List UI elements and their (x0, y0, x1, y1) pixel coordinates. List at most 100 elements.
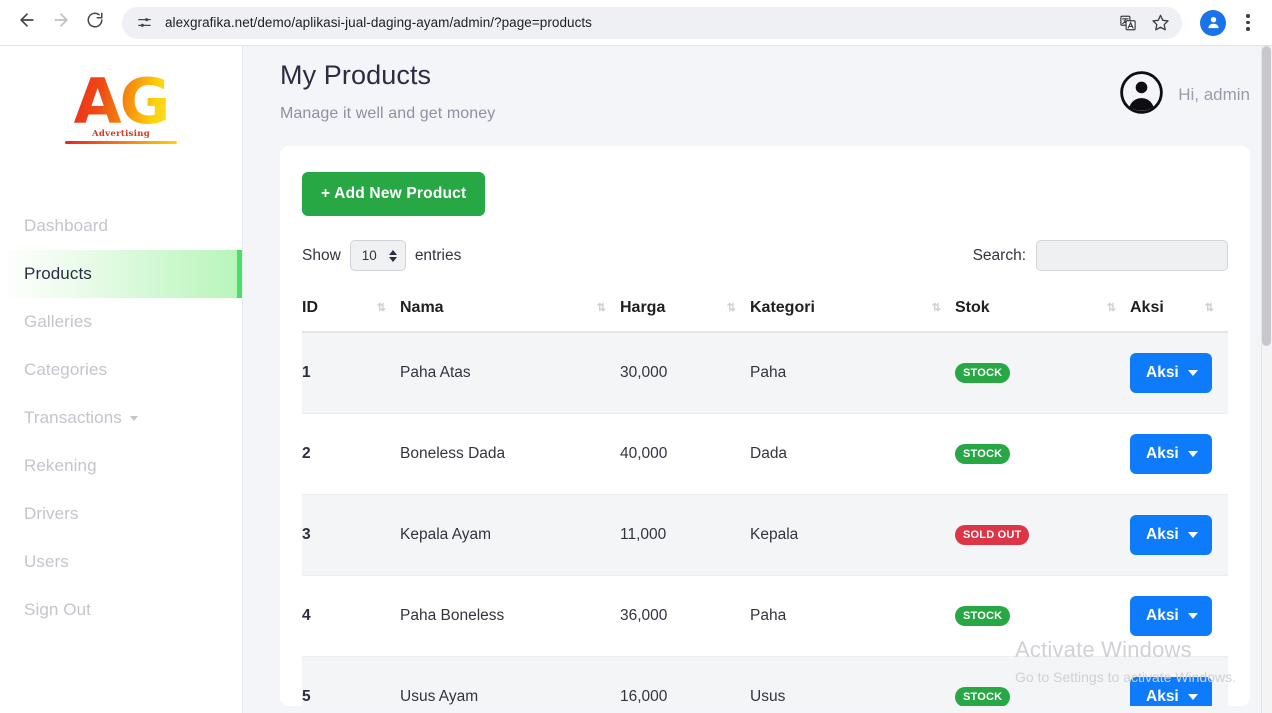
column-header-nama[interactable]: Nama ⇅ (400, 289, 620, 333)
sidebar-item-sign-out[interactable]: Sign Out (0, 586, 242, 634)
logo-letters: AG (65, 71, 177, 133)
profile-avatar-icon (1200, 9, 1226, 36)
sidebar-item-label: Rekening (24, 456, 97, 475)
kebab-menu-icon[interactable] (1234, 6, 1262, 40)
column-header-kategori[interactable]: Kategori ⇅ (750, 289, 955, 333)
row-action-label: Aksi (1146, 445, 1179, 462)
user-circle-icon (1119, 70, 1164, 120)
page-length-value: 10 (361, 248, 377, 263)
star-icon[interactable] (1151, 13, 1170, 32)
sidebar-item-label: Categories (24, 360, 108, 379)
search-input[interactable] (1036, 240, 1228, 271)
search-label: Search: (972, 246, 1026, 264)
cell-id: 2 (302, 413, 400, 495)
app-page: AG Advertising Dashboard Products Galler… (0, 46, 1272, 713)
column-header-stok[interactable]: Stok ⇅ (955, 289, 1130, 333)
sidebar-item-label: Users (24, 552, 69, 571)
chevron-down-icon (1187, 694, 1198, 700)
chevron-down-icon (129, 415, 138, 421)
status-badge: SOLD OUT (955, 525, 1030, 545)
row-action-label: Aksi (1146, 364, 1179, 381)
table-row: 5 Usus Ayam 16,000 Usus STOCK Aksi (302, 656, 1228, 706)
column-label: Aksi (1130, 299, 1164, 316)
sidebar-nav: Dashboard Products Galleries Categories … (0, 202, 242, 634)
row-action-label: Aksi (1146, 688, 1179, 705)
table-row: 3 Kepala Ayam 11,000 Kepala SOLD OUT Aksi (302, 494, 1228, 576)
row-action-label: Aksi (1146, 607, 1179, 624)
page-subtitle: Manage it well and get money (280, 105, 496, 122)
row-action-button[interactable]: Aksi (1130, 434, 1212, 474)
chevron-down-icon (1187, 532, 1198, 538)
page-header: My Products Manage it well and get money… (280, 46, 1250, 123)
cell-id: 4 (302, 575, 400, 657)
column-header-harga[interactable]: Harga ⇅ (620, 289, 750, 333)
sidebar-item-galleries[interactable]: Galleries (0, 298, 242, 346)
column-header-id[interactable]: ID ⇅ (302, 289, 400, 333)
back-arrow-icon (17, 10, 37, 35)
cell-kategori: Usus (750, 656, 955, 706)
chevron-down-icon (1187, 451, 1198, 457)
row-action-button[interactable]: Aksi (1130, 515, 1212, 555)
translate-icon[interactable] (1119, 14, 1137, 32)
column-label: Harga (620, 299, 666, 316)
cell-kategori: Kepala (750, 494, 955, 576)
cell-aksi: Aksi (1130, 494, 1228, 576)
sidebar-item-rekening[interactable]: Rekening (0, 442, 242, 490)
forward-arrow-icon (51, 10, 71, 35)
sidebar-item-drivers[interactable]: Drivers (0, 490, 242, 538)
cell-aksi: Aksi (1130, 656, 1228, 706)
cell-stok: STOCK (955, 413, 1130, 495)
products-table-body: 1 Paha Atas 30,000 Paha STOCK Aksi 2 Boneless D… (302, 332, 1228, 706)
site-settings-icon[interactable] (136, 14, 153, 31)
sidebar-item-users[interactable]: Users (0, 538, 242, 586)
cell-id: 1 (302, 332, 400, 414)
row-action-button[interactable]: Aksi (1130, 596, 1212, 636)
cell-stok: STOCK (955, 575, 1130, 657)
chevron-updown-icon (388, 249, 397, 262)
cell-aksi: Aksi (1130, 413, 1228, 495)
sidebar-item-categories[interactable]: Categories (0, 346, 242, 394)
brand-logo[interactable]: AG Advertising (0, 46, 242, 174)
chevron-down-icon (1187, 613, 1198, 619)
products-card: + Add New Product Show 10 entries Search… (280, 146, 1250, 706)
cell-aksi: Aksi (1130, 332, 1228, 414)
entries-label: entries (414, 246, 462, 264)
scrollbar-thumb[interactable] (1262, 46, 1271, 346)
show-label: Show (302, 246, 341, 264)
user-menu[interactable]: Hi, admin (1119, 60, 1250, 120)
status-badge: STOCK (955, 444, 1011, 464)
row-action-button[interactable]: Aksi (1130, 677, 1212, 706)
add-new-product-button[interactable]: + Add New Product (302, 172, 486, 216)
cell-id: 3 (302, 494, 400, 576)
cell-kategori: Paha (750, 575, 955, 657)
reload-icon (86, 11, 104, 34)
sidebar-item-label: Dashboard (24, 216, 109, 235)
reload-button[interactable] (78, 6, 112, 40)
cell-nama: Boneless Dada (400, 413, 620, 495)
address-bar[interactable]: alexgrafika.net/demo/aplikasi-jual-dagin… (122, 6, 1182, 39)
status-badge: STOCK (955, 687, 1011, 706)
cell-nama: Usus Ayam (400, 656, 620, 706)
profile-button[interactable] (1196, 6, 1230, 40)
cell-nama: Paha Atas (400, 332, 620, 414)
column-label: ID (302, 299, 318, 316)
forward-button[interactable] (44, 6, 78, 40)
sidebar-item-label: Galleries (24, 312, 92, 331)
page-length-select[interactable]: 10 (349, 240, 406, 271)
row-action-button[interactable]: Aksi (1130, 353, 1212, 393)
page-scrollbar[interactable] (1261, 46, 1272, 713)
sidebar-item-transactions[interactable]: Transactions (0, 394, 242, 442)
status-badge: STOCK (955, 363, 1011, 383)
table-header-row: ID ⇅ Nama ⇅ Harga ⇅ Kategori ⇅ Stok ⇅ Ak… (302, 289, 1228, 333)
column-label: Nama (400, 299, 444, 316)
products-table: ID ⇅ Nama ⇅ Harga ⇅ Kategori ⇅ Stok ⇅ Ak… (302, 289, 1228, 706)
column-label: Stok (955, 299, 990, 316)
column-header-aksi[interactable]: Aksi ⇅ (1130, 289, 1228, 333)
sidebar-item-dashboard[interactable]: Dashboard (0, 202, 242, 250)
main-content: My Products Manage it well and get money… (243, 46, 1272, 713)
cell-stok: STOCK (955, 656, 1130, 706)
cell-kategori: Paha (750, 332, 955, 414)
sidebar-item-products[interactable]: Products (0, 250, 242, 298)
back-button[interactable] (10, 6, 44, 40)
page-title: My Products (280, 60, 432, 90)
